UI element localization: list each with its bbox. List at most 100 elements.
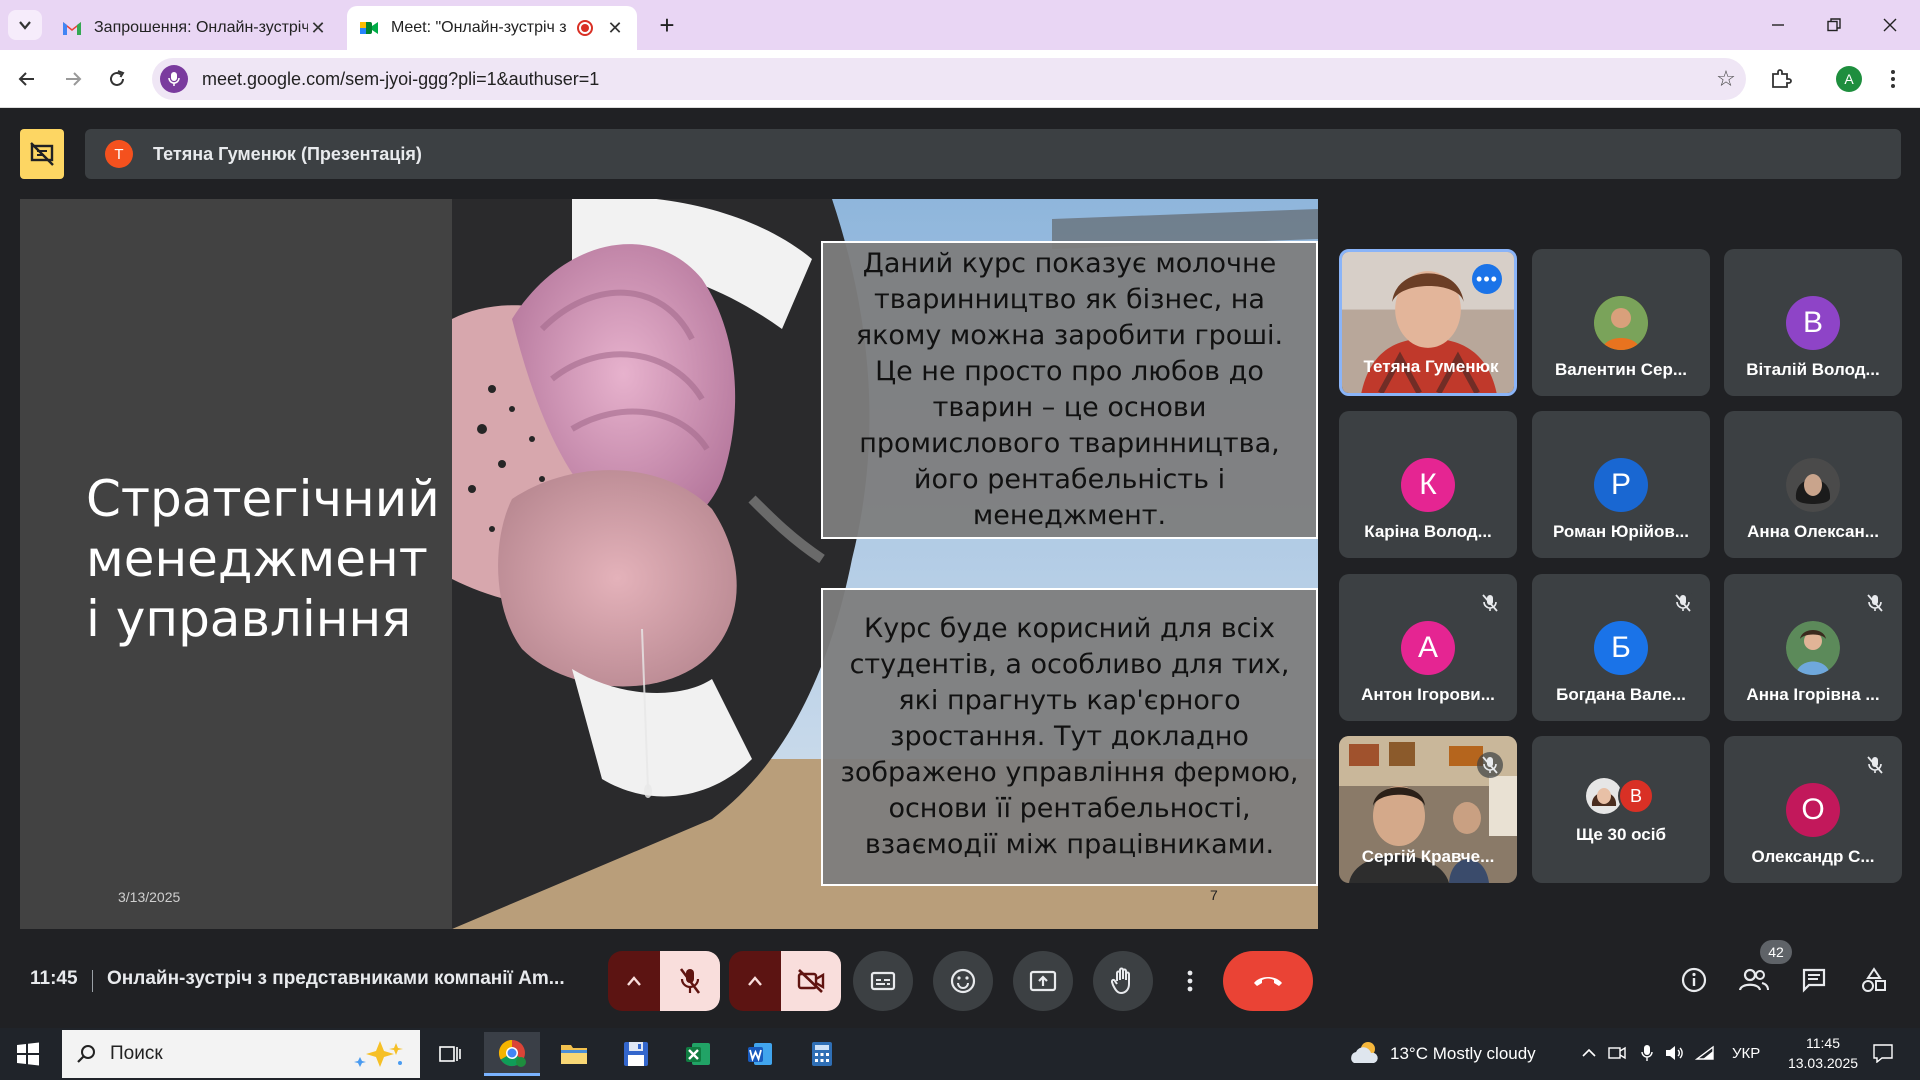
participant-tile[interactable]: Валентин Сер... — [1532, 249, 1710, 396]
presenter-label: Тетяна Гуменюк (Презентація) — [153, 143, 422, 164]
floppy-disk-icon — [624, 1042, 648, 1066]
participant-name: Каріна Волод... — [1364, 522, 1492, 541]
close-icon[interactable]: ✕ — [308, 18, 328, 39]
people-icon — [1739, 968, 1769, 991]
meet-icon — [360, 22, 378, 34]
taskbar-save-app[interactable] — [608, 1032, 664, 1076]
participant-tile[interactable]: Б Богдана Вале... — [1532, 574, 1710, 721]
chrome-icon — [498, 1039, 526, 1067]
meeting-title: Онлайн-зустріч з представниками компанії… — [107, 968, 565, 989]
tab-search-button[interactable] — [8, 10, 42, 40]
more-options-button[interactable] — [1170, 951, 1210, 1011]
mic-off-icon — [679, 968, 701, 994]
address-bar[interactable]: meet.google.com/sem-jyoi-ggg?pli=1&authu… — [152, 58, 1746, 100]
profile-avatar[interactable]: A — [1836, 66, 1862, 92]
chevron-up-icon — [748, 976, 762, 986]
activities-button[interactable] — [1852, 958, 1896, 1002]
excel-icon — [686, 1043, 710, 1065]
participant-tile[interactable]: В Віталій Волод... — [1724, 249, 1902, 396]
participant-avatar-photo — [1594, 296, 1648, 350]
presenter-avatar: T — [105, 140, 133, 168]
captions-button[interactable] — [853, 951, 913, 1011]
participant-name: Антон Ігорови... — [1361, 685, 1495, 704]
wifi-icon[interactable] — [1694, 1042, 1716, 1064]
participant-tile[interactable]: Анна Олексан... — [1724, 411, 1902, 558]
video-options-button[interactable] — [729, 951, 781, 1011]
present-screen-button[interactable] — [1013, 951, 1073, 1011]
participant-name: Анна Ігорівна ... — [1746, 685, 1880, 704]
browser-menu-button[interactable] — [1876, 62, 1910, 96]
participant-mini-avatar-photo — [1586, 778, 1622, 814]
stop-presenting-button[interactable] — [20, 129, 64, 179]
participant-tile[interactable]: ••• Тетяна Гуменюк — [1339, 249, 1517, 396]
shapes-icon — [1862, 967, 1886, 992]
taskbar-chrome[interactable] — [484, 1032, 540, 1076]
participant-name: Валентин Сер... — [1554, 360, 1688, 379]
info-icon — [1681, 967, 1707, 993]
puzzle-icon — [1772, 69, 1792, 88]
present-to-all-icon — [1029, 970, 1057, 992]
microphone-icon[interactable] — [1636, 1042, 1658, 1064]
taskbar-word[interactable] — [732, 1032, 788, 1076]
bookmark-star-icon[interactable]: ☆ — [1706, 66, 1746, 92]
participant-tile[interactable]: К Каріна Волод... — [1339, 411, 1517, 558]
gmail-icon — [63, 22, 81, 35]
people-button[interactable] — [1732, 958, 1776, 1002]
taskbar-file-explorer[interactable] — [546, 1032, 602, 1076]
taskbar-calculator[interactable] — [794, 1032, 850, 1076]
browser-toolbar: meet.google.com/sem-jyoi-ggg?pli=1&authu… — [0, 50, 1920, 108]
minimize-button[interactable] — [1756, 8, 1800, 42]
new-tab-button[interactable]: + — [652, 10, 682, 40]
forward-button[interactable] — [56, 62, 90, 96]
clock[interactable]: 11:45 13.03.2025 — [1768, 1033, 1878, 1073]
reload-button[interactable] — [100, 62, 134, 96]
microphone-toggle[interactable] — [660, 951, 720, 1011]
meeting-details-button[interactable] — [1672, 958, 1716, 1002]
more-options-button[interactable]: ••• — [1472, 264, 1502, 294]
participant-name: Анна Олексан... — [1747, 522, 1879, 541]
chat-button[interactable] — [1792, 958, 1836, 1002]
slide-text-box-1: Даний курс показує молочне тваринництво … — [821, 241, 1318, 539]
participant-tile[interactable]: Анна Ігорівна ... — [1724, 574, 1902, 721]
call-end-icon — [1254, 977, 1282, 986]
camera-toggle[interactable] — [781, 951, 841, 1011]
leave-call-button[interactable] — [1223, 951, 1313, 1011]
tab-gmail[interactable]: Запрошення: Онлайн-зустріч з... ✕ — [50, 6, 340, 50]
raise-hand-button[interactable] — [1093, 951, 1153, 1011]
tab-meet[interactable]: Meet: "Онлайн-зустріч з пр... ✕ — [347, 6, 637, 50]
participant-tile[interactable]: Р Роман Юрійов... — [1532, 411, 1710, 558]
back-button[interactable] — [10, 62, 44, 96]
participant-tile[interactable]: А Антон Ігорови... — [1339, 574, 1517, 721]
close-window-button[interactable] — [1868, 8, 1912, 42]
participant-tile[interactable]: О Олександр С... — [1724, 736, 1902, 883]
input-language[interactable]: УКР — [1732, 1045, 1760, 1062]
weather-text[interactable]: 13°C Mostly cloudy — [1390, 1044, 1536, 1064]
windows-taskbar: Поиск 13°C Mostly cloudy УКР 11:45 13.03… — [0, 1028, 1920, 1080]
reactions-button[interactable] — [933, 951, 993, 1011]
participant-name: Роман Юрійов... — [1553, 522, 1689, 541]
speaker-icon[interactable] — [1664, 1042, 1686, 1064]
tab-title: Запрошення: Онлайн-зустріч з... — [94, 19, 308, 36]
participant-avatar-photo — [1786, 458, 1840, 512]
presentation-off-icon — [30, 142, 54, 166]
participant-name: Віталій Волод... — [1746, 360, 1880, 379]
close-icon — [1883, 18, 1897, 32]
site-mic-icon[interactable] — [160, 65, 188, 93]
restore-button[interactable] — [1812, 8, 1856, 42]
close-icon[interactable]: ✕ — [605, 18, 625, 39]
chevron-up-icon[interactable] — [1578, 1042, 1600, 1064]
participant-tile[interactable]: Сергій Кравче... — [1339, 736, 1517, 883]
meet-now-icon[interactable] — [1606, 1042, 1628, 1064]
extensions-button[interactable] — [1764, 62, 1798, 96]
more-participants-tile[interactable]: В Ще 30 осіб — [1532, 736, 1710, 883]
url-text: meet.google.com/sem-jyoi-ggg?pli=1&authu… — [202, 68, 600, 89]
participant-avatar: О — [1786, 783, 1840, 837]
taskbar-excel[interactable] — [670, 1032, 726, 1076]
notifications-icon[interactable] — [1868, 1042, 1898, 1064]
audio-options-button[interactable] — [608, 951, 660, 1011]
sparkle-icon — [354, 1041, 403, 1067]
task-view-button[interactable] — [422, 1032, 478, 1076]
windows-start-icon[interactable] — [16, 1042, 40, 1066]
taskbar-search[interactable]: Поиск — [62, 1030, 420, 1078]
mic-off-icon — [1670, 590, 1696, 616]
